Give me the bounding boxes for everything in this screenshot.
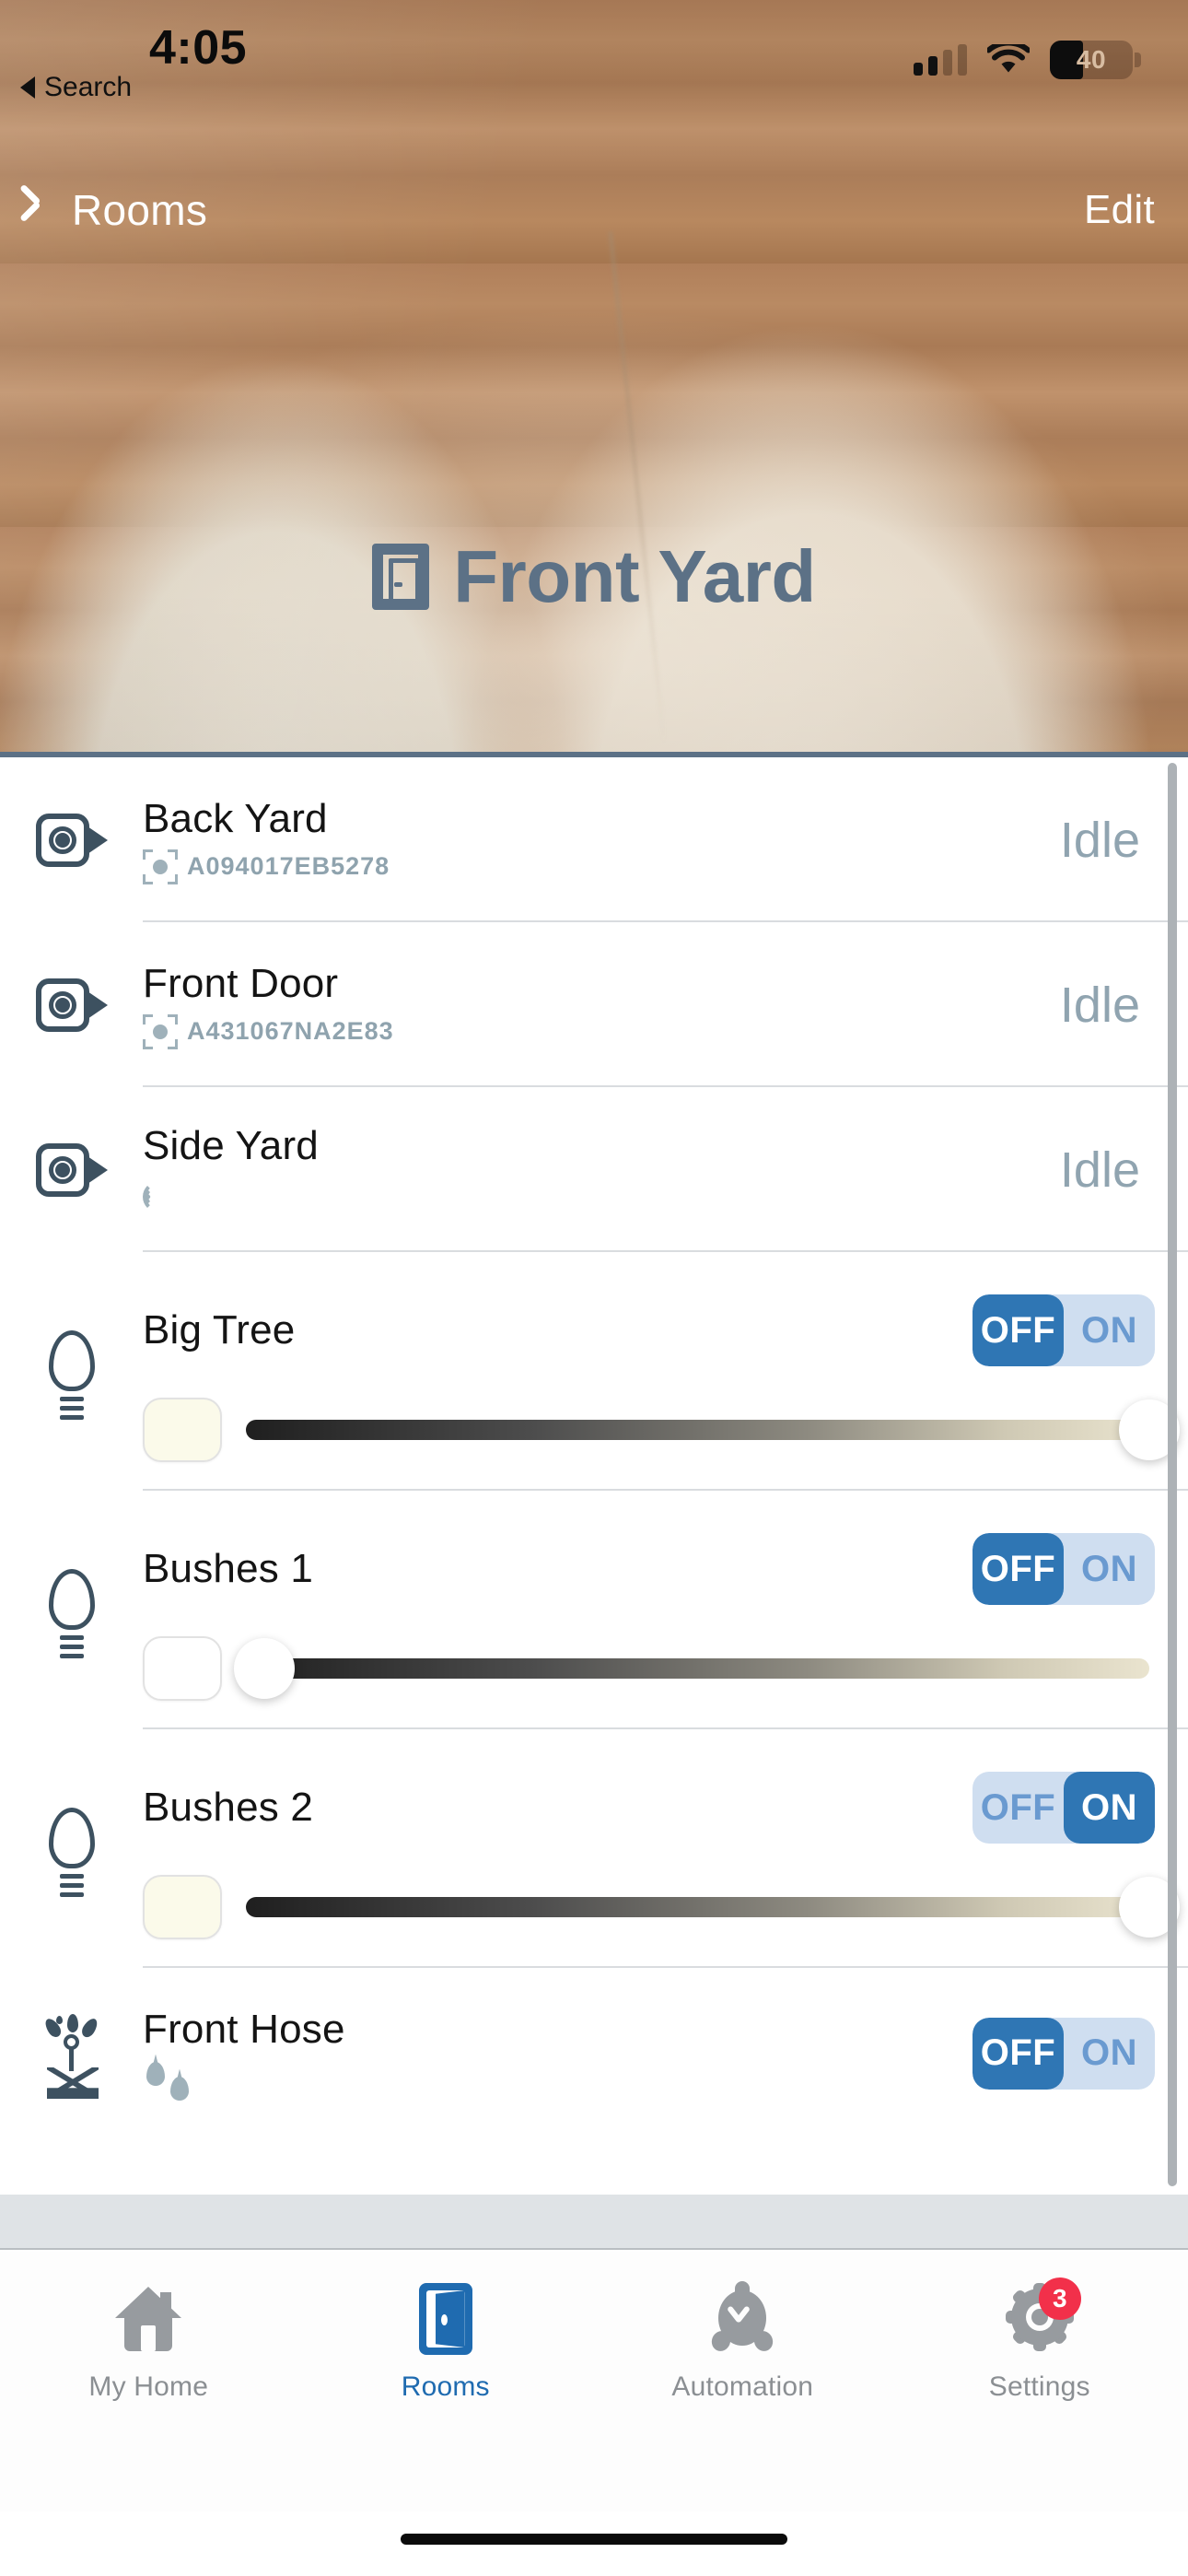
camera-icon [0,978,143,1032]
power-toggle[interactable]: OFF ON [973,1772,1155,1844]
vertical-scrollbar[interactable] [1168,763,1177,2186]
tab-label: My Home [88,2371,209,2402]
gear-icon: 3 [1000,2277,1081,2359]
toggle-on-segment[interactable]: ON [1064,1294,1155,1366]
device-name: Big Tree [143,1307,296,1352]
device-row-light[interactable]: Bushes 1 OFF ON [0,1491,1188,1729]
back-button-label: Rooms [72,186,208,234]
status-badge: Idle [1059,812,1140,868]
back-triangle-icon [20,76,35,99]
sprinkler-icon [0,2008,143,2099]
edit-button[interactable]: Edit [1084,187,1155,233]
toggle-off-segment[interactable]: OFF [973,1294,1064,1366]
toggle-on-segment[interactable]: ON [1064,1772,1155,1844]
tab-bar-separator [0,2195,1188,2250]
toggle-on-segment[interactable]: ON [1064,1533,1155,1605]
back-button[interactable]: Rooms [33,185,207,235]
cellular-signal-icon [914,44,967,76]
motion-sensor-icon [143,1013,178,1049]
lightbulb-icon [0,1252,143,1491]
toggle-on-segment[interactable]: ON [1064,2018,1155,2090]
automation-icon [703,2279,782,2359]
slider-track [246,1658,1149,1679]
device-row-light[interactable]: Big Tree OFF ON [0,1252,1188,1491]
status-bar-indicators: 40 [914,40,1141,79]
toggle-off-segment[interactable]: OFF [973,1772,1064,1844]
toggle-off-segment[interactable]: OFF [973,2017,1064,2090]
tab-bar: My Home Rooms Automation 3 Settings [0,2252,1188,2512]
brightness-slider[interactable] [246,1398,1180,1462]
device-list[interactable]: Back Yard A094017EB5278 Idle Front Door … [0,757,1188,2195]
back-to-search-label: Search [44,72,133,102]
camera-icon [0,813,143,867]
brightness-slider[interactable] [233,1636,1149,1701]
tab-my-home[interactable]: My Home [0,2252,297,2512]
device-name: Bushes 1 [143,1546,314,1591]
device-row-camera[interactable]: Side Yard Idle [0,1087,1188,1252]
device-id: A094017EB5278 [187,852,390,880]
device-name: Front Door [143,960,339,1006]
wifi-icon [985,40,1031,76]
device-row-camera[interactable]: Front Door A431067NA2E83 Idle [0,922,1188,1087]
color-swatch[interactable] [143,1636,222,1701]
color-swatch[interactable] [143,1875,222,1939]
power-toggle[interactable]: OFF ON [973,1294,1155,1366]
color-swatch[interactable] [143,1398,222,1462]
status-bar-time: 4:05 [148,21,248,75]
status-badge: Idle [1059,977,1140,1033]
status-badge: Idle [1059,1142,1140,1198]
device-name: Front Hose [143,2006,345,2052]
tab-label: Settings [988,2371,1090,2402]
room-title-label: Front Yard [453,535,816,617]
tab-settings[interactable]: 3 Settings [891,2252,1188,2512]
camera-icon [0,1142,143,1197]
water-drops-icon [143,2061,345,2101]
tab-label: Rooms [401,2371,490,2402]
device-row-sprinkler[interactable]: Front Hose OFF ON [0,1968,1188,2138]
device-name: Side Yard [143,1122,319,1168]
device-id: A431067NA2E83 [187,1017,394,1045]
brightness-slider[interactable] [246,1875,1180,1939]
room-title: Front Yard [0,534,1188,619]
toggle-off-segment[interactable]: OFF [973,1533,1064,1605]
power-toggle[interactable]: OFF ON [973,1533,1155,1605]
house-icon [109,2279,188,2359]
motion-sensor-icon [143,849,178,884]
door-icon [406,2279,485,2359]
navigation-bar: Rooms Edit [0,162,1188,258]
door-icon [372,544,430,610]
slider-thumb[interactable] [233,1638,295,1699]
tab-automation[interactable]: Automation [594,2252,891,2512]
device-row-light[interactable]: Bushes 2 OFF ON [0,1729,1188,1968]
home-indicator[interactable] [401,2534,787,2545]
notification-badge: 3 [1038,2277,1081,2320]
signal-wave-icon [143,1177,185,1217]
app-screen: 4:05 40 Search Rooms Edit Front Yard Bac… [0,0,1188,2576]
back-to-search-button[interactable]: Search [20,72,132,103]
room-hero-header [0,0,1188,757]
battery-icon: 40 [1050,41,1141,79]
power-toggle[interactable]: OFF ON [973,2017,1155,2090]
device-name: Back Yard [143,795,328,841]
slider-track [246,1897,1149,1917]
device-name: Bushes 2 [143,1785,314,1830]
battery-percent: 40 [1076,45,1107,74]
room-background-photo [0,0,1188,757]
chevron-left-icon [33,189,57,231]
status-bar: 4:05 40 [0,0,1188,109]
lightbulb-icon [0,1729,143,1968]
lightbulb-icon [0,1491,143,1729]
tab-rooms[interactable]: Rooms [297,2252,595,2512]
tab-label: Automation [671,2371,814,2402]
device-row-camera[interactable]: Back Yard A094017EB5278 Idle [0,757,1188,922]
slider-track [246,1420,1149,1440]
